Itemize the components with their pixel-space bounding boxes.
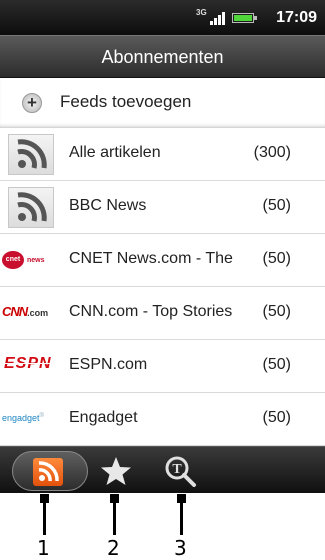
cnn-logo: CNN.com <box>2 304 49 319</box>
feed-item-cnet[interactable]: cnet news CNET News.com - The (50) <box>0 234 325 287</box>
callout-2-line <box>113 497 116 535</box>
feed-name: ESPN.com <box>69 356 148 373</box>
signal-strength-icon <box>210 11 228 25</box>
feed-name: BBC News <box>69 197 147 214</box>
rss-icon <box>8 134 54 175</box>
plus-icon: + <box>22 93 42 113</box>
add-feeds-label: Feeds toevoegen <box>60 92 192 111</box>
feed-count: (50) <box>262 356 291 373</box>
rss-icon <box>8 187 54 228</box>
callout-1-number: 1 <box>37 536 50 560</box>
feed-name: CNET News.com - The <box>69 250 233 267</box>
feed-list: + Feeds toevoegen Alle artikelen (300) B… <box>0 78 325 446</box>
subscriptions-tab[interactable] <box>12 451 88 491</box>
feed-count: (50) <box>262 409 291 426</box>
status-clock: 17:09 <box>276 9 317 26</box>
callout-1-line <box>43 497 46 535</box>
cnet-logo: cnet news <box>2 251 45 269</box>
feed-name: CNN.com - Top Stories <box>69 303 233 320</box>
starred-tab[interactable] <box>100 455 132 487</box>
status-bar: 3G 17:09 <box>0 0 325 35</box>
feed-count: (50) <box>262 303 291 320</box>
search-tab[interactable]: T <box>163 454 197 488</box>
callout-3-number: 3 <box>174 536 187 560</box>
bottom-tab-bar: T <box>0 446 325 493</box>
feed-item-all-articles[interactable]: Alle artikelen (300) <box>0 128 325 181</box>
feed-item-cnn[interactable]: CNN.com CNN.com - Top Stories (50) <box>0 287 325 340</box>
feed-item-engadget[interactable]: engadget® Engadget (50) <box>0 393 325 446</box>
phone-screen: 3G 17:09 Abonnementen + Feeds toevoegen … <box>0 0 325 493</box>
feed-count: (300) <box>253 144 291 161</box>
feed-count: (50) <box>262 197 291 214</box>
engadget-logo: engadget® <box>2 413 44 423</box>
feed-item-bbc-news[interactable]: BBC News (50) <box>0 181 325 234</box>
rss-icon <box>33 458 63 486</box>
page-title: Abonnementen <box>0 35 325 78</box>
espn-logo: ESPN <box>4 355 52 372</box>
battery-icon <box>232 13 257 23</box>
network-type-indicator: 3G <box>196 8 207 17</box>
star-icon <box>101 457 131 485</box>
feed-name: Alle artikelen <box>69 144 161 161</box>
add-feeds-button[interactable]: + Feeds toevoegen <box>0 78 325 128</box>
callout-2-number: 2 <box>107 536 120 560</box>
search-icon: T <box>165 456 196 487</box>
feed-name: Engadget <box>69 409 138 426</box>
callout-3-line <box>180 497 183 535</box>
feed-count: (50) <box>262 250 291 267</box>
svg-text:T: T <box>172 462 182 477</box>
feed-item-espn[interactable]: ESPN ESPN.com (50) <box>0 340 325 393</box>
